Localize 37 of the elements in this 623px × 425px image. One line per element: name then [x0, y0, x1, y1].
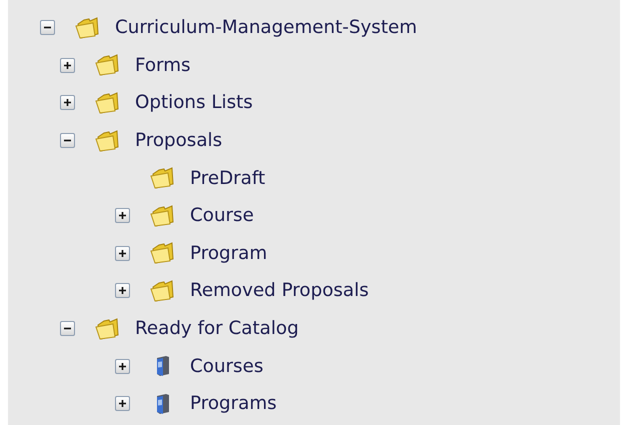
- folder-icon: [95, 92, 121, 114]
- tree-item[interactable]: PreDraft: [190, 168, 266, 189]
- collapse-toggle[interactable]: [60, 321, 75, 336]
- expand-toggle[interactable]: [115, 208, 130, 224]
- folder-icon: [150, 280, 176, 302]
- collapse-toggle[interactable]: [60, 133, 75, 148]
- tree-item[interactable]: Forms: [135, 54, 191, 76]
- folder-icon: [150, 204, 176, 227]
- plus-icon: [118, 362, 127, 371]
- tree-item[interactable]: Options Lists: [135, 92, 253, 114]
- folder-icon: [95, 130, 121, 152]
- folder-icon: [95, 318, 121, 340]
- plus-icon: [118, 248, 127, 258]
- plus-icon: [63, 98, 72, 108]
- folder-icon: [95, 54, 121, 76]
- tree-item[interactable]: Courses: [190, 356, 264, 377]
- tree-item[interactable]: Course: [190, 205, 254, 226]
- tree-item[interactable]: Program: [190, 242, 268, 264]
- expand-toggle[interactable]: [115, 396, 130, 412]
- plus-icon: [118, 399, 127, 408]
- expand-toggle[interactable]: [60, 58, 75, 73]
- tree-item[interactable]: Ready for Catalog: [135, 318, 299, 340]
- plus-icon: [63, 60, 72, 70]
- collapse-toggle[interactable]: [40, 20, 55, 36]
- folder-icon: [150, 242, 176, 264]
- folder-icon: [150, 167, 176, 190]
- expand-toggle[interactable]: [115, 358, 130, 374]
- tree-item[interactable]: Proposals: [135, 130, 222, 152]
- tree-item[interactable]: Programs: [190, 393, 277, 414]
- plus-icon: [118, 211, 127, 220]
- expand-toggle[interactable]: [115, 283, 130, 298]
- expand-toggle[interactable]: [60, 95, 75, 110]
- tree-item[interactable]: Curriculum-Management-System: [115, 17, 418, 38]
- folder-icon: [75, 16, 101, 39]
- tree-item[interactable]: Removed Proposals: [190, 280, 369, 302]
- expand-toggle[interactable]: [115, 246, 130, 261]
- plus-icon: [118, 286, 127, 296]
